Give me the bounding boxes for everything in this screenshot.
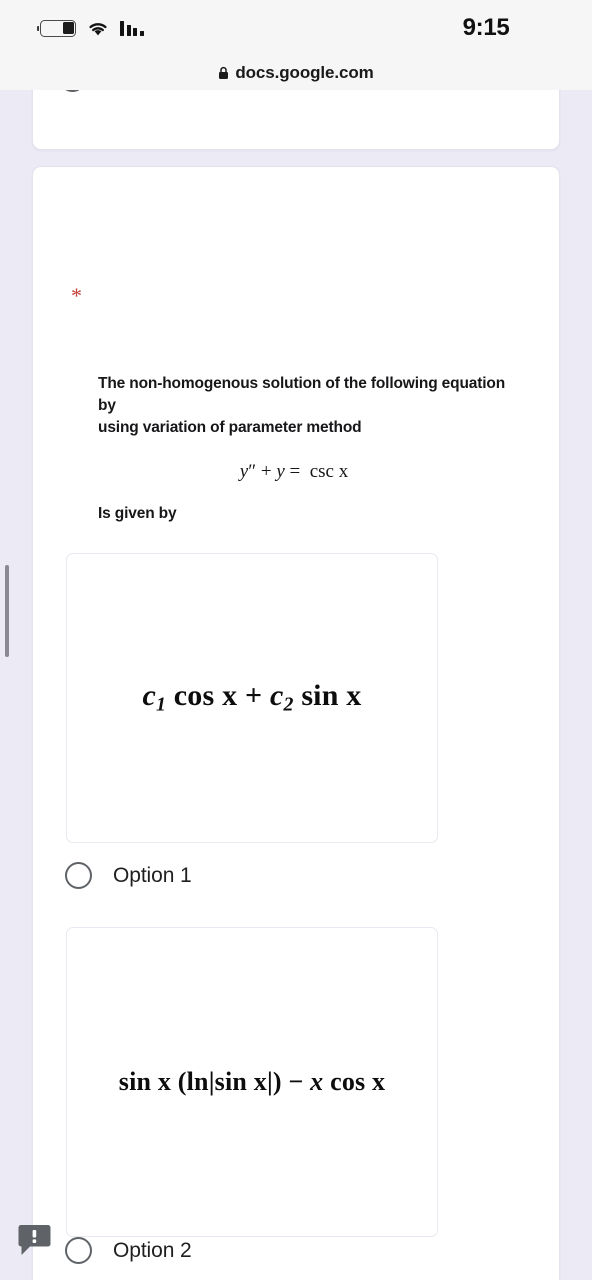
formula2-minus: − [288, 1067, 304, 1096]
feedback-exclamation-bubble-icon[interactable] [18, 1224, 51, 1258]
cellular-signal-icon [120, 20, 144, 36]
option-label-4: Option 4 [106, 90, 185, 91]
lock-icon [219, 66, 229, 79]
required-asterisk: * [71, 283, 82, 308]
browser-url-bar[interactable]: docs.google.com [0, 56, 592, 90]
choice-1-formula-image: c1 cos x + c2 sin x [66, 553, 438, 843]
mobile-browser-screen: 9:15 docs.google.com Option 4 * The non-… [0, 0, 592, 1280]
formula1-sub1: 1 [156, 693, 167, 716]
wifi-icon [89, 22, 107, 35]
equation-prime: ″ [248, 461, 257, 482]
equation-rhs: csc x [309, 461, 349, 482]
previous-option-row[interactable]: Option 4 [59, 90, 185, 92]
formula1-sin: sin x [301, 679, 362, 713]
choice-2-formula-image: sin x (ln|sin x|) − x cos x [66, 927, 438, 1237]
equation-plus: + [260, 461, 272, 482]
option-label-1: Option 1 [113, 863, 192, 887]
formula1-cos: cos x [173, 679, 238, 713]
formula2-open: (ln| [177, 1067, 215, 1096]
form-scroll-content: Option 4 * The non-homogenous solution o… [0, 90, 592, 1280]
question-text-block: The non-homogenous solution of the follo… [98, 373, 518, 523]
radio-button-option-2[interactable] [65, 1237, 92, 1264]
question-text-line-2: using variation of parameter method [98, 419, 362, 436]
question-given-by-text: Is given by [98, 505, 177, 522]
equation-y-term: y [239, 461, 249, 482]
previous-question-card: Option 4 [32, 90, 560, 150]
choice-1-formula-text: c1 cos x + c2 sin x [142, 679, 361, 717]
option-label-2: Option 2 [113, 1238, 192, 1262]
status-bar-indicators [36, 19, 144, 37]
formula2-close: |) [266, 1067, 282, 1096]
choice-2-formula-text: sin x (ln|sin x|) − x cos x [119, 1067, 386, 1097]
battery-fill [62, 22, 74, 34]
formula2-x: x [310, 1067, 324, 1096]
equation-equals: = [289, 461, 301, 482]
status-bar: 9:15 [0, 0, 592, 56]
status-bar-clock: 9:15 [462, 14, 510, 41]
url-text: docs.google.com [235, 63, 374, 82]
question-equation: y″ + y = csc x [98, 461, 518, 483]
choice-2-row[interactable]: Option 2 [65, 1237, 192, 1264]
radio-button-option-1[interactable] [65, 862, 92, 889]
equation-y2-term: y [276, 461, 285, 482]
formula1-sub2: 2 [283, 693, 294, 716]
formula2-inner: sin x [214, 1067, 267, 1096]
battery-icon [36, 19, 76, 37]
choice-1-row[interactable]: Option 1 [65, 862, 192, 889]
formula2-cos: cos x [330, 1067, 386, 1096]
formula1-plus: + [245, 679, 263, 713]
formula1-c2: c [270, 679, 284, 713]
radio-button-option-4[interactable] [59, 90, 86, 92]
question-text-line-1: The non-homogenous solution of the follo… [98, 375, 506, 414]
vertical-scrollbar-thumb[interactable] [5, 565, 9, 657]
formula2-sin: sin x [118, 1067, 172, 1096]
question-card: * The non-homogenous solution of the fol… [32, 166, 560, 1280]
formula1-c1: c [142, 679, 156, 713]
